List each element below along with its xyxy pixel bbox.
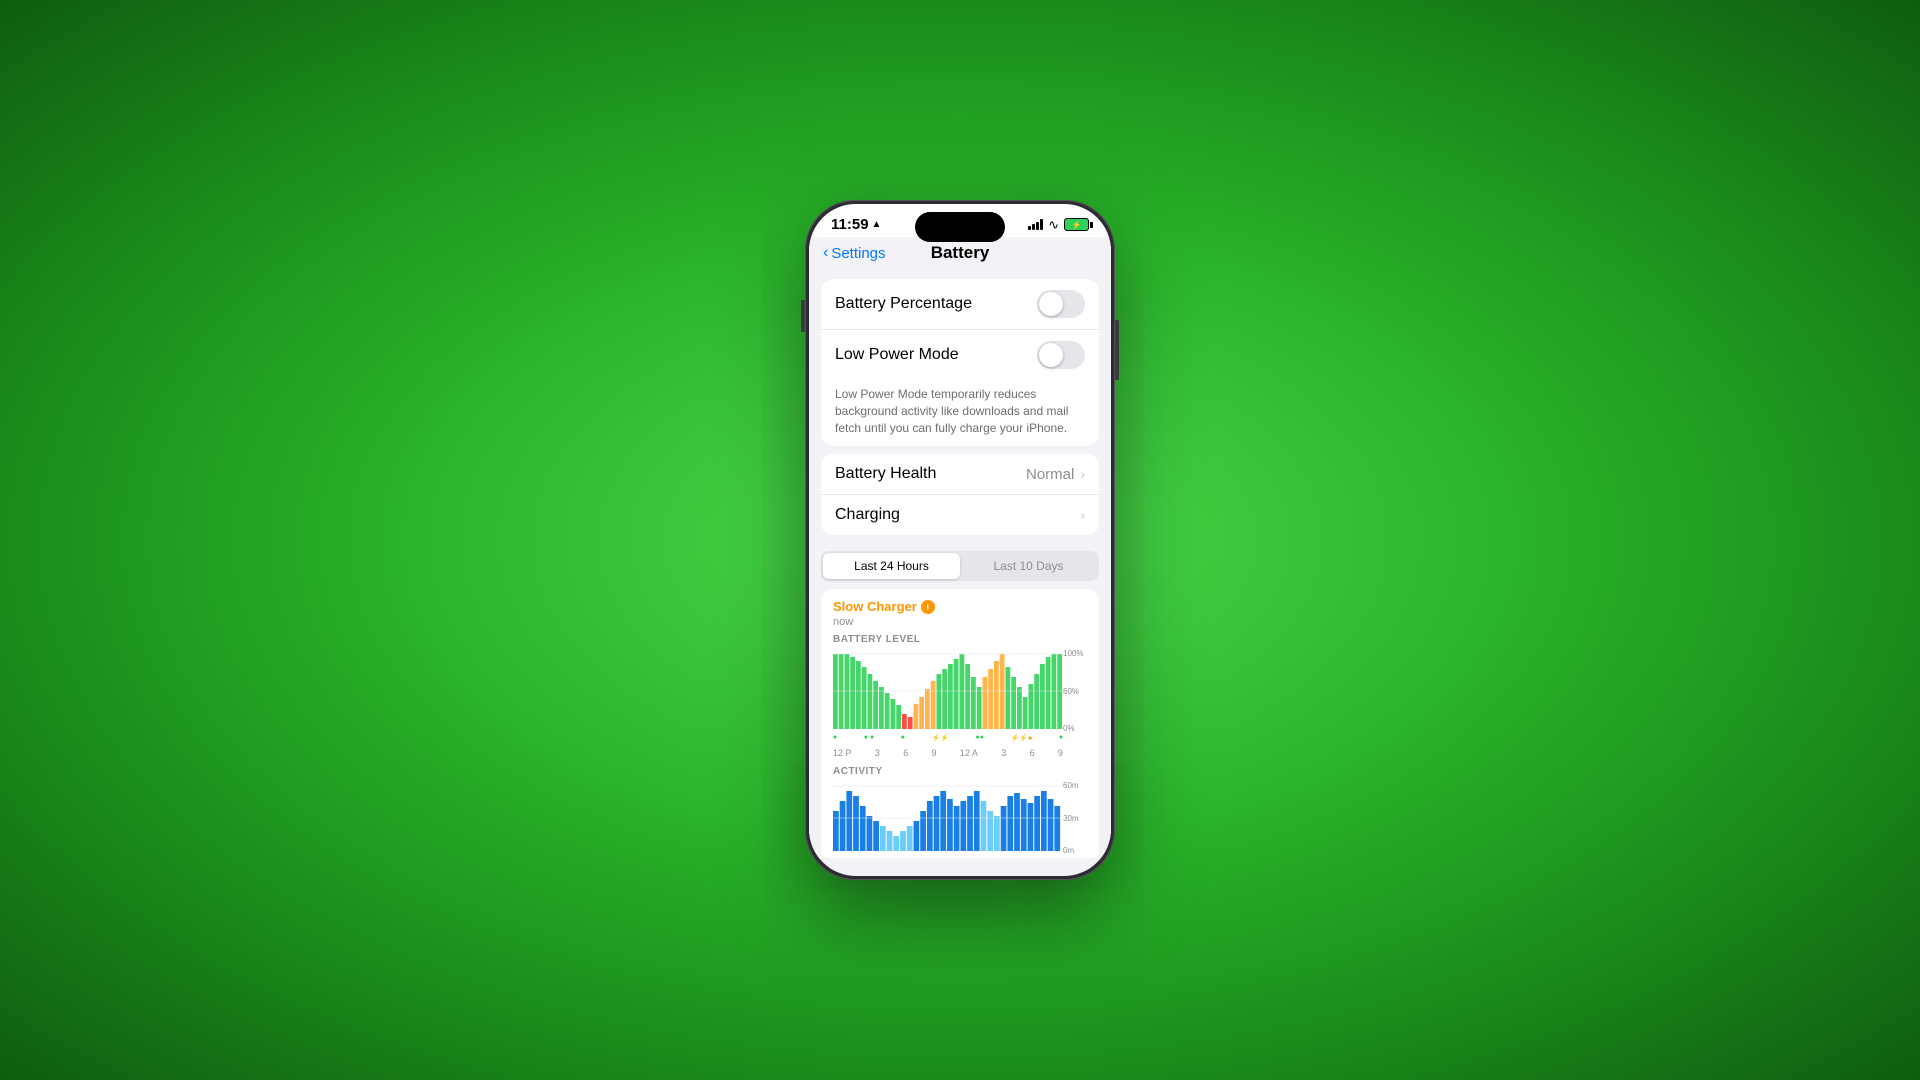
activity-svg (833, 781, 1063, 851)
segment-24h[interactable]: Last 24 Hours (823, 553, 960, 579)
charging-right: › (1080, 507, 1085, 523)
time-segment-control[interactable]: Last 24 Hours Last 10 Days (821, 551, 1099, 581)
battery-level-chart-container: 100% 60% 0% (833, 649, 1087, 733)
wifi-icon: ∿ (1048, 217, 1059, 233)
back-chevron-icon: ‹ (823, 244, 828, 262)
battery-bolt-icon: ⚡ (1072, 220, 1082, 229)
battery-percentage-label: Battery Percentage (835, 295, 972, 313)
battery-health-right: Normal › (1026, 466, 1085, 483)
charging-indicators: ● ● ● ● ⚡⚡ ●● ⚡⚡● ● (833, 734, 1087, 742)
slow-charger-label: Slow Charger i (833, 599, 1087, 614)
battery-percentage-toggle[interactable] (1037, 290, 1085, 318)
charging-row[interactable]: Charging › (821, 495, 1099, 535)
activity-y-labels: 60m 30m 0m (1063, 781, 1087, 855)
battery-health-card: Battery Health Normal › Charging › (821, 454, 1099, 535)
battery-y-labels: 100% 60% 0% (1063, 649, 1087, 733)
segment-10d[interactable]: Last 10 Days (960, 553, 1097, 579)
status-time: 11:59 ▲ (831, 216, 881, 233)
chevron-right-icon: › (1080, 466, 1085, 482)
status-icons: ∿ ⚡ (1028, 217, 1089, 233)
back-label[interactable]: Settings (831, 245, 885, 262)
content-area[interactable]: Battery Percentage Low Power Mode Low Po… (809, 271, 1111, 858)
battery-level-chart (833, 649, 1087, 729)
now-label: now (833, 616, 1087, 628)
phone-device: 11:59 ▲ ∿ ⚡ ‹ Settings (805, 200, 1115, 880)
battery-level-label: BATTERY LEVEL (833, 634, 1087, 645)
navigation-bar: ‹ Settings Battery (809, 237, 1111, 271)
low-power-description: Low Power Mode temporarily reduces backg… (821, 380, 1099, 446)
charging-label: Charging (835, 506, 900, 524)
page-title: Battery (931, 243, 990, 263)
low-power-mode-label: Low Power Mode (835, 346, 959, 364)
battery-x-labels: 12 P 3 6 9 12 A 3 6 9 (833, 748, 1087, 758)
battery-percentage-row[interactable]: Battery Percentage (821, 279, 1099, 330)
battery-level-svg (833, 649, 1063, 729)
low-power-mode-row[interactable]: Low Power Mode (821, 330, 1099, 380)
low-power-mode-toggle[interactable] (1037, 341, 1085, 369)
battery-toggles-card: Battery Percentage Low Power Mode Low Po… (821, 279, 1099, 446)
phone-screen: 11:59 ▲ ∿ ⚡ ‹ Settings (809, 204, 1111, 876)
battery-health-label: Battery Health (835, 465, 936, 483)
activity-x-labels: 12 P 3 6 9 12 A 3 6 9 (833, 857, 1087, 858)
battery-health-value: Normal (1026, 466, 1074, 483)
toggle-knob (1039, 292, 1063, 316)
chevron-right-icon-2: › (1080, 507, 1085, 523)
back-button[interactable]: ‹ Settings (823, 244, 886, 262)
activity-chart (833, 781, 1087, 851)
location-icon: ▲ (872, 219, 882, 230)
info-icon[interactable]: i (921, 600, 935, 614)
battery-chart-card: Slow Charger i now BATTERY LEVEL (821, 589, 1099, 858)
dynamic-island (915, 212, 1005, 242)
battery-icon: ⚡ (1064, 218, 1089, 231)
activity-label: ACTIVITY (833, 766, 1087, 777)
toggle-knob-2 (1039, 343, 1063, 367)
activity-chart-container: 60m 30m 0m (833, 781, 1087, 855)
battery-health-row[interactable]: Battery Health Normal › (821, 454, 1099, 495)
signal-bars (1028, 219, 1043, 230)
